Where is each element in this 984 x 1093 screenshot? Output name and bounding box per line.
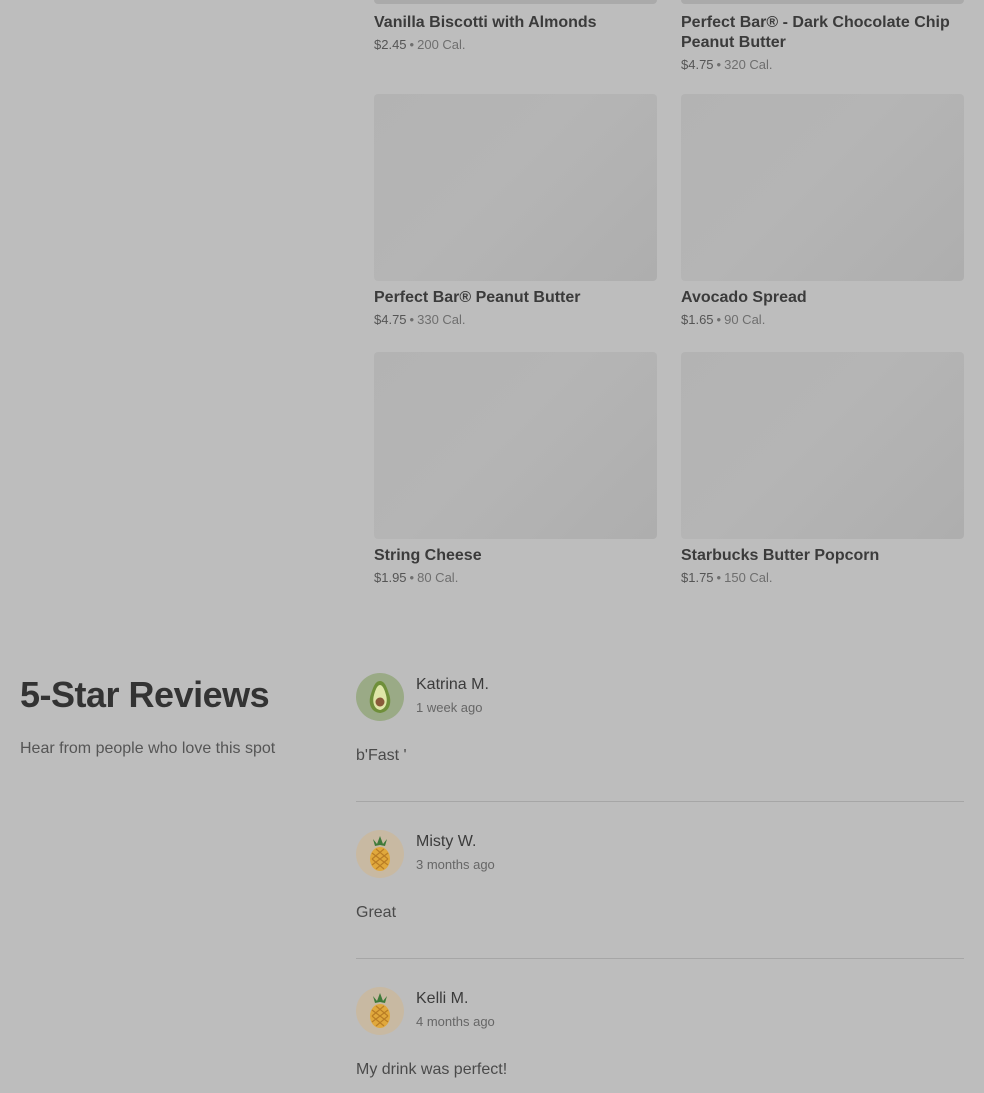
avocado-icon [369,681,391,713]
item-price: $4.75 [681,57,714,72]
item-image [374,0,657,4]
item-calories: 90 Cal. [724,312,766,327]
separator: • [716,57,722,72]
separator: • [409,312,415,327]
reviews-header: 5-Star Reviews Hear from people who love… [20,672,275,758]
item-calories: 80 Cal. [417,570,459,585]
separator: • [409,570,415,585]
menu-item[interactable]: Perfect Bar® Peanut Butter $4.75 • 330 Cal… [374,94,657,329]
reviewer-name: Katrina M. [416,676,489,693]
item-calories: 150 Cal. [724,570,773,585]
item-name: Perfect Bar® Peanut Butter [374,289,581,306]
review-time: 1 week ago [416,700,483,715]
item-calories: 200 Cal. [417,37,466,52]
item-price: $1.65 [681,312,714,327]
item-meta: $1.95 • 80 Cal. [374,569,657,587]
separator: • [716,312,722,327]
item-name: String Cheese [374,547,482,564]
item-name: Vanilla Biscotti with Almonds [374,14,597,31]
review-card: Katrina M. 1 week ago b'Fast ' [356,673,964,802]
menu-item[interactable]: Vanilla Biscotti with Almonds $2.45 • 200 … [374,0,657,54]
menu-item[interactable]: Perfect Bar® - Dark Chocolate Chip Peanu… [681,0,964,74]
pineapple-icon [370,993,390,1028]
review-time: 3 months ago [416,857,495,872]
item-image [681,0,964,4]
item-name: Perfect Bar® - Dark Chocolate Chip Peanu… [681,14,950,51]
item-price: $1.75 [681,570,714,585]
menu-item[interactable]: Avocado Spread $1.65 • 90 Cal. [681,94,964,329]
item-meta: $4.75 • 320 Cal. [681,56,964,74]
item-image [681,352,964,539]
review-text: My drink was perfect! [356,1061,508,1078]
item-price: $2.45 [374,37,407,52]
item-calories: 320 Cal. [724,57,773,72]
item-meta: $1.65 • 90 Cal. [681,311,964,329]
item-calories: 330 Cal. [417,312,466,327]
menu-item[interactable]: String Cheese $1.95 • 80 Cal. [374,352,657,587]
item-image [374,352,657,539]
review-card: Misty W. 3 months ago Great [356,830,964,959]
review-text: b'Fast ' [356,747,407,764]
avatar [356,830,404,878]
item-name: Avocado Spread [681,289,807,306]
divider [356,958,964,959]
item-image [374,94,657,281]
item-price: $4.75 [374,312,407,327]
item-meta: $4.75 • 330 Cal. [374,311,657,329]
review-card: Kelli M. 4 months ago My drink was perfe… [356,987,964,1079]
review-text: Great [356,904,397,921]
reviewer-name: Kelli M. [416,990,469,1007]
item-name: Starbucks Butter Popcorn [681,547,880,564]
item-meta: $2.45 • 200 Cal. [374,36,657,54]
item-meta: $1.75 • 150 Cal. [681,569,964,587]
menu-item[interactable]: Starbucks Butter Popcorn $1.75 • 150 Cal. [681,352,964,587]
separator: • [409,37,415,52]
reviews-subtitle: Hear from people who love this spot [20,740,276,757]
item-price: $1.95 [374,570,407,585]
reviews-title: 5-Star Reviews [20,674,270,715]
divider [356,801,964,802]
avatar [356,987,404,1035]
separator: • [716,570,722,585]
avatar [356,673,404,721]
pineapple-icon [370,836,390,871]
item-image [681,94,964,281]
review-time: 4 months ago [416,1014,495,1029]
reviewer-name: Misty W. [416,833,477,850]
